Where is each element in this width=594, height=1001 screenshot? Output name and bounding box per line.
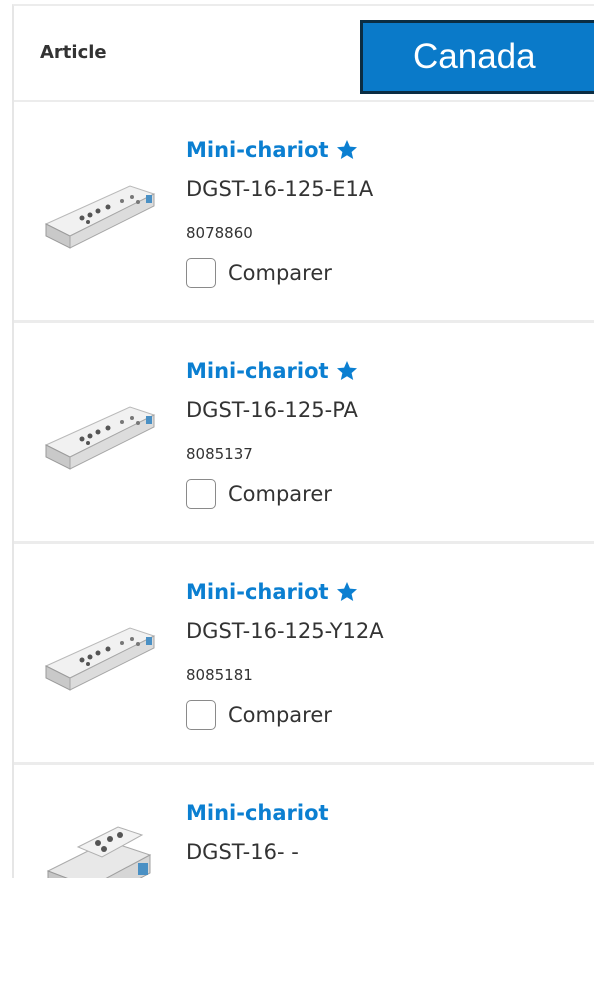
product-model: DGST-16- - xyxy=(186,840,299,864)
product-image[interactable] xyxy=(38,383,156,493)
compare-checkbox[interactable] xyxy=(186,479,216,509)
star-icon xyxy=(336,582,357,601)
product-title[interactable]: Mini-chariot xyxy=(186,801,329,825)
region-badge[interactable]: Canada xyxy=(360,20,594,94)
product-model: DGST-16-125-Y12A xyxy=(186,619,384,643)
article-column-header: Article xyxy=(40,42,107,63)
product-row: Mini-chariot DGST-16-125-PA 8085137 Comp… xyxy=(14,323,594,544)
product-title-link[interactable]: Mini-chariot xyxy=(186,580,359,604)
product-image[interactable] xyxy=(38,162,156,272)
product-part-number: 8078860 xyxy=(186,224,253,242)
star-icon xyxy=(336,361,357,380)
product-title[interactable]: Mini-chariot xyxy=(186,138,329,162)
compare-label[interactable]: Comparer xyxy=(228,482,332,506)
compare-label[interactable]: Comparer xyxy=(228,261,332,285)
product-title-link[interactable]: Mini-chariot xyxy=(186,801,329,825)
compare-checkbox[interactable] xyxy=(186,258,216,288)
product-part-number: 8085137 xyxy=(186,445,253,463)
product-image[interactable] xyxy=(38,801,156,878)
product-title[interactable]: Mini-chariot xyxy=(186,580,329,604)
product-row: Mini-chariot DGST-16-125-Y12A 8085181 Co… xyxy=(14,544,594,765)
product-row: Mini-chariot DGST-16-125-E1A 8078860 Com… xyxy=(14,102,594,323)
list-header: Article Canada xyxy=(14,6,594,102)
product-model: DGST-16-125-E1A xyxy=(186,177,374,201)
product-title-link[interactable]: Mini-chariot xyxy=(186,359,359,383)
product-row: Mini-chariot DGST-16- - xyxy=(14,765,594,878)
product-list-panel: Article Canada Mini-chariot DGST-16-125-… xyxy=(12,4,594,878)
compare-toggle[interactable]: Comparer xyxy=(186,479,332,509)
star-icon xyxy=(336,140,357,159)
compare-toggle[interactable]: Comparer xyxy=(186,258,332,288)
product-part-number: 8085181 xyxy=(186,666,253,684)
compare-toggle[interactable]: Comparer xyxy=(186,700,332,730)
product-image[interactable] xyxy=(38,604,156,714)
product-title-link[interactable]: Mini-chariot xyxy=(186,138,359,162)
compare-label[interactable]: Comparer xyxy=(228,703,332,727)
compare-checkbox[interactable] xyxy=(186,700,216,730)
product-title[interactable]: Mini-chariot xyxy=(186,359,329,383)
product-model: DGST-16-125-PA xyxy=(186,398,358,422)
